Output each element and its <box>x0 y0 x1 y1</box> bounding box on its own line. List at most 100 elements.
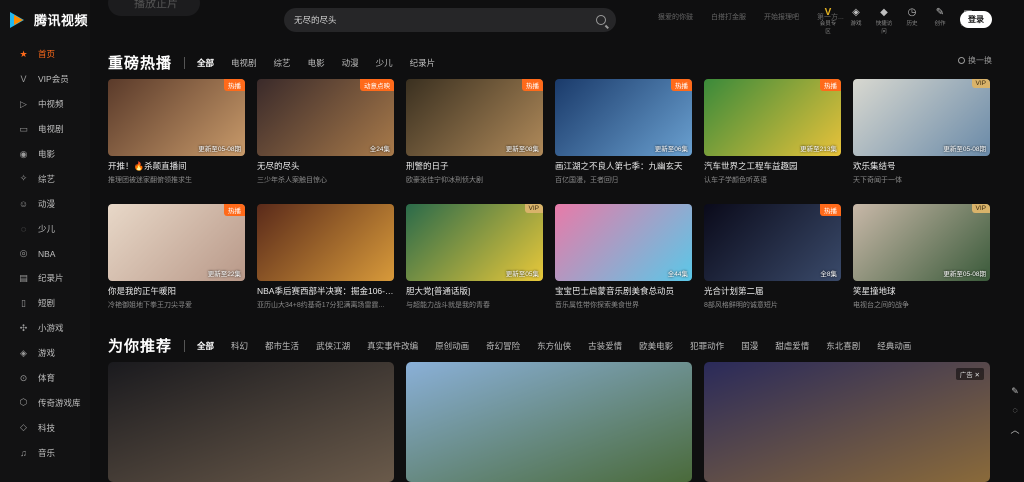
video-thumbnail[interactable]: VIP 更新至05-08期 <box>853 79 990 156</box>
tab-2[interactable]: 综艺 <box>274 57 291 69</box>
sidebar-item[interactable]: ⊙ 体育 <box>0 366 90 391</box>
video-thumbnail[interactable]: 热播 更新至05-08期 <box>108 79 245 156</box>
video-card[interactable]: 动意点映 全24集 无尽的尽头 三少年杀人案触目惊心 <box>257 79 394 185</box>
play-feature-button[interactable]: 播放正片 <box>108 0 200 16</box>
tab-7[interactable]: 东方仙侠 <box>537 340 571 352</box>
tab-8[interactable]: 古装爱情 <box>588 340 622 352</box>
recommend-card[interactable]: 广告 ✕ <box>704 362 990 482</box>
video-thumbnail[interactable]: 热播 更新至06集 <box>555 79 692 156</box>
topbar-vip-button[interactable]: V 会员专区 <box>818 6 838 35</box>
tab-4[interactable]: 真实事件改编 <box>367 340 418 352</box>
sidebar-nav: ★ 首页 V VIP会员 ▷ 中视频 ▭ 电视剧 ◉ 电影 ✧ 综艺 ☺ 动漫 ◌ 少儿 ◎ NBA ▤ 纪录片 ▯ 短剧… <box>0 42 90 465</box>
sidebar-item-label: 首页 <box>38 49 56 60</box>
video-title[interactable]: 开推！🔥杀颠直播间 <box>108 160 245 172</box>
tab-10[interactable]: 犯罪动作 <box>690 340 724 352</box>
video-card[interactable]: 热播 更新至22集 你是我的正午暖阳 冷艳御姐地下拳王刀尖寻爱 <box>108 204 245 310</box>
topbar-history-button[interactable]: ◷ 历史 <box>902 6 922 35</box>
topbar-shortcut-button[interactable]: ◆ 快捷访问 <box>874 6 894 35</box>
back-to-top-icon[interactable]: ︿ <box>1008 422 1022 436</box>
video-thumbnail[interactable]: VIP 更新至05-08期 <box>853 204 990 281</box>
tab-13[interactable]: 东北喜剧 <box>826 340 860 352</box>
search-input[interactable] <box>294 15 596 25</box>
tab-2[interactable]: 都市生活 <box>265 340 299 352</box>
sidebar-item[interactable]: ◎ NBA <box>0 241 90 266</box>
swap-button[interactable]: 换一换 <box>958 55 992 66</box>
sidebar-item[interactable]: ♫ 音乐 <box>0 440 90 465</box>
tab-1[interactable]: 科幻 <box>231 340 248 352</box>
tab-5[interactable]: 少儿 <box>376 57 393 69</box>
tab-0[interactable]: 全部 <box>197 57 214 69</box>
recommend-card[interactable] <box>406 362 692 482</box>
video-title[interactable]: 光合计划第二届 <box>704 285 841 297</box>
sidebar-item[interactable]: ◉ 电影 <box>0 142 90 167</box>
logo[interactable]: 腾讯视频 <box>10 10 88 29</box>
video-thumbnail[interactable]: 全44集 <box>555 204 692 281</box>
video-card[interactable]: NBA季后赛西部半决赛：掘金106-1... 亚历山大34+8约基奇17分犯满离场… <box>257 204 394 310</box>
search-bar[interactable] <box>284 8 616 32</box>
sidebar-item[interactable]: ◈ 游戏 <box>0 341 90 366</box>
video-title[interactable]: 宝宝巴士启蒙音乐剧美食总动员 <box>555 285 692 297</box>
video-card[interactable]: 热播 更新至06集 画江湖之不良人第七季：九幽玄天 百亿国漫，王者回归 <box>555 79 692 185</box>
sidebar-item[interactable]: ☺ 动漫 <box>0 191 90 216</box>
video-thumbnail[interactable]: VIP 更新至05集 <box>406 204 543 281</box>
video-card[interactable]: VIP 更新至05-08期 笑星撞地球 电视台之间的战争 <box>853 204 990 310</box>
tab-6[interactable]: 纪录片 <box>410 57 436 69</box>
tab-11[interactable]: 国漫 <box>741 340 758 352</box>
hot-word-link[interactable]: 白搭打金服 <box>711 12 746 22</box>
video-title[interactable]: 欢乐集结号 <box>853 160 990 172</box>
video-title[interactable]: 胆大党[普通话版] <box>406 285 543 297</box>
search-icon[interactable] <box>596 15 606 25</box>
tab-12[interactable]: 甜虐爱情 <box>775 340 809 352</box>
video-card[interactable]: 热播 更新至05-08期 开推！🔥杀颠直播间 推理团被迷家翻俯领推求生 <box>108 79 245 185</box>
tab-6[interactable]: 奇幻冒险 <box>486 340 520 352</box>
sidebar-item[interactable]: ◇ 科技 <box>0 415 90 440</box>
sidebar-item[interactable]: ▤ 纪录片 <box>0 266 90 291</box>
sidebar-item[interactable]: ✧ 综艺 <box>0 166 90 191</box>
sidebar-item[interactable]: ★ 首页 <box>0 42 90 67</box>
video-thumbnail[interactable]: 热播 更新至213集 <box>704 79 841 156</box>
edit-icon[interactable]: ✎ <box>1008 384 1022 398</box>
tab-9[interactable]: 欧美电影 <box>639 340 673 352</box>
video-thumbnail[interactable]: 动意点映 全24集 <box>257 79 394 156</box>
video-card[interactable]: 热播 全8集 光合计划第二届 8部风格鲜明的诚意短片 <box>704 204 841 310</box>
video-title[interactable]: 笑星撞地球 <box>853 285 990 297</box>
sidebar-item[interactable]: ▷ 中视频 <box>0 92 90 117</box>
feedback-icon[interactable]: ◌ <box>1008 403 1022 417</box>
video-title[interactable]: NBA季后赛西部半决赛：掘金106-1... <box>257 285 394 297</box>
video-card[interactable]: 热播 更新至213集 汽车世界之工程车益趣园 认车子学颜色听英语 <box>704 79 841 185</box>
tab-14[interactable]: 经典动画 <box>877 340 911 352</box>
video-card[interactable]: 全44集 宝宝巴士启蒙音乐剧美食总动员 音乐属性带你探索美食世界 <box>555 204 692 310</box>
sidebar-item[interactable]: ▭ 电视剧 <box>0 117 90 142</box>
topbar-create-button[interactable]: ✎ 创作 <box>930 6 950 35</box>
video-thumbnail[interactable]: 热播 更新至08集 <box>406 79 543 156</box>
tab-5[interactable]: 原创动画 <box>435 340 469 352</box>
sidebar-item[interactable]: ⬡ 传奇游戏库 <box>0 390 90 415</box>
tab-3[interactable]: 电影 <box>308 57 325 69</box>
video-thumbnail[interactable] <box>257 204 394 281</box>
video-title[interactable]: 你是我的正午暖阳 <box>108 285 245 297</box>
video-title[interactable]: 汽车世界之工程车益趣园 <box>704 160 841 172</box>
hot-word-link[interactable]: 开始报理吧 <box>764 12 799 22</box>
tab-0[interactable]: 全部 <box>197 340 214 352</box>
video-title[interactable]: 画江湖之不良人第七季：九幽玄天 <box>555 160 692 172</box>
video-card[interactable]: 热播 更新至08集 刑警的日子 欧豪张佳宁仰冰刑侦大剧 <box>406 79 543 185</box>
ad-badge[interactable]: 广告 ✕ <box>955 368 984 380</box>
tab-3[interactable]: 武侠江湖 <box>316 340 350 352</box>
video-title[interactable]: 无尽的尽头 <box>257 160 394 172</box>
video-thumbnail[interactable]: 热播 更新至22集 <box>108 204 245 281</box>
recommend-card[interactable] <box>108 362 394 482</box>
sidebar-item[interactable]: ✣ 小游戏 <box>0 316 90 341</box>
sidebar-item-label: 电视剧 <box>38 124 64 135</box>
hot-word-link[interactable]: 狠爱的你鼓 <box>658 12 693 22</box>
tab-4[interactable]: 动漫 <box>342 57 359 69</box>
sidebar-item[interactable]: V VIP会员 <box>0 67 90 92</box>
tab-1[interactable]: 电视剧 <box>231 57 257 69</box>
video-card[interactable]: VIP 更新至05集 胆大党[普通话版] 与超能力战斗就是我的青春 <box>406 204 543 310</box>
video-thumbnail[interactable]: 热播 全8集 <box>704 204 841 281</box>
video-card[interactable]: VIP 更新至05-08期 欢乐集结号 天下奇闻于一体 <box>853 79 990 185</box>
sidebar-item[interactable]: ▯ 短剧 <box>0 291 90 316</box>
login-button[interactable]: 登录 <box>960 11 992 28</box>
sidebar-item[interactable]: ◌ 少儿 <box>0 216 90 241</box>
video-title[interactable]: 刑警的日子 <box>406 160 543 172</box>
topbar-game-button[interactable]: ◈ 游戏 <box>846 6 866 35</box>
